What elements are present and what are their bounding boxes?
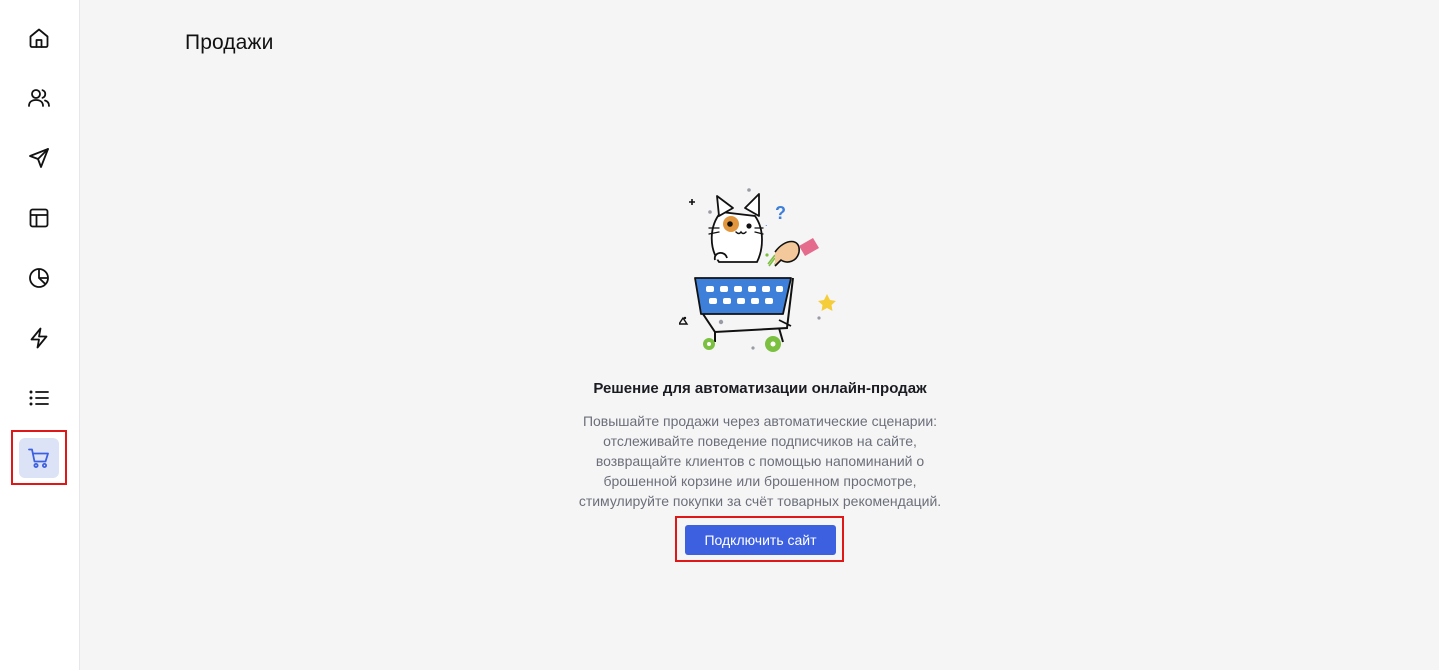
users-icon — [28, 89, 50, 107]
list-icon — [29, 390, 49, 406]
send-icon — [29, 148, 49, 168]
nav-automation[interactable] — [19, 318, 59, 358]
svg-text:.: . — [765, 218, 768, 228]
sidebar — [0, 0, 80, 670]
layout-icon — [29, 208, 49, 228]
nav-campaigns[interactable] — [19, 138, 59, 178]
cat-in-cart-illustration: ? . — [679, 188, 836, 352]
nav-templates[interactable] — [19, 198, 59, 238]
connect-site-highlight: Подключить сайт — [675, 516, 844, 562]
home-icon — [29, 28, 49, 48]
svg-text:?: ? — [775, 203, 786, 223]
nav-home[interactable] — [19, 18, 59, 58]
lightning-icon — [30, 327, 48, 349]
pie-chart-icon — [29, 268, 49, 288]
empty-state-description: Повышайте продажи через автоматические с… — [578, 413, 942, 509]
empty-state-title: Решение для автоматизации онлайн-продаж — [593, 380, 927, 397]
nav-lists[interactable] — [19, 378, 59, 418]
nav-subscribers[interactable] — [19, 78, 59, 118]
nav-analytics[interactable] — [19, 258, 59, 298]
connect-site-button[interactable]: Подключить сайт — [685, 525, 836, 555]
page-title: Продажи — [185, 31, 274, 54]
cart-icon — [28, 448, 49, 468]
main-content: Продажи ? . Решение для автоматизации он… — [81, 0, 1439, 670]
nav-sales[interactable] — [19, 438, 59, 478]
